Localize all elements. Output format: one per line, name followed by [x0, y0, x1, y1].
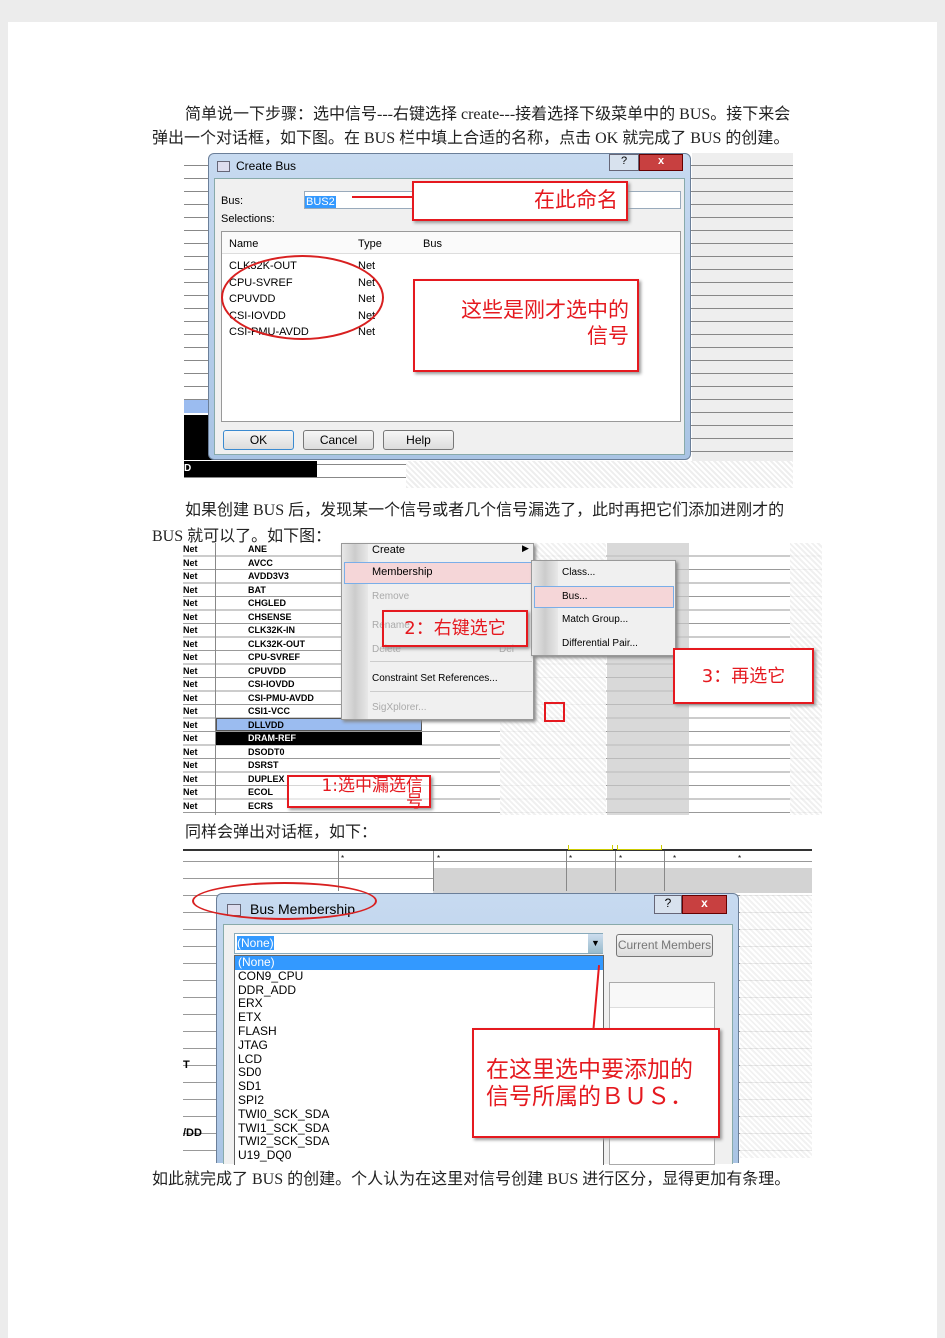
net-type-cell: Net — [183, 692, 198, 703]
cancel-button[interactable]: Cancel — [303, 430, 374, 450]
submenu: Class... Bus... Match Group... Different… — [531, 560, 676, 656]
callout-line: 号 — [406, 792, 423, 812]
dialog-title: Create Bus — [236, 159, 297, 173]
net-type-cell: Net — [183, 800, 198, 811]
net-name-cell[interactable]: CSI-PMU-AVDD — [248, 692, 314, 706]
net-type-cell: Net — [183, 571, 198, 581]
menu-item-remove[interactable]: Remove — [372, 591, 409, 602]
bus-option[interactable]: U19_DQ0 — [235, 1148, 603, 1163]
net-type-cell: Net — [183, 719, 198, 730]
bus-label: Bus: — [221, 195, 244, 207]
paragraph: 如果创建 BUS 后，发现某一个信号或者几个信号漏选了，此时再把它们添加进刚才的 — [185, 502, 785, 519]
selected-value: (None) — [237, 936, 274, 950]
column-header[interactable]: Bus — [423, 238, 442, 250]
net-type-cell: Net — [183, 760, 198, 770]
callout-select-bus: 在这里选中要添加的 信号所属的ＢＵＳ． — [472, 1028, 720, 1138]
net-type-cell: Net — [183, 611, 198, 622]
help-button[interactable]: ? — [654, 895, 682, 914]
ok-button[interactable]: OK — [223, 430, 294, 450]
bus-option[interactable]: CON9_CPU — [235, 969, 603, 984]
net-name-cell[interactable]: DSODT0 — [248, 746, 285, 760]
net-name-cell[interactable]: CHSENSE — [248, 611, 292, 625]
net-type-cell: Net — [183, 733, 198, 743]
submenu-item-match-group[interactable]: Match Group... — [562, 614, 628, 625]
net-name-cell[interactable]: CSI-IOVDD — [248, 678, 295, 692]
net-type-cell: Net — [183, 787, 198, 797]
net-type-cell: Net — [183, 652, 198, 662]
net-type-cell: Net — [183, 638, 198, 649]
window-icon — [217, 161, 230, 172]
callout-line: 1:选中漏选信 — [321, 776, 423, 796]
menu-item-constraint-set[interactable]: Constraint Set References... — [372, 673, 498, 684]
net-type-cell: Net — [183, 665, 198, 676]
close-button[interactable]: x — [639, 154, 683, 171]
highlight-ellipse — [221, 255, 384, 340]
callout-step1: 1:选中漏选信 号 — [287, 775, 431, 812]
net-name-cell[interactable]: ANE — [248, 543, 267, 557]
callout-step2: 2：右键选它 — [382, 610, 528, 647]
net-name-cell[interactable]: ECRS — [248, 800, 273, 814]
submenu-item-bus[interactable]: Bus... — [562, 591, 588, 602]
callout-line: 信号所属的ＢＵＳ． — [486, 1084, 693, 1110]
callout-line: 信号 — [587, 324, 629, 348]
menu-item-sigxplorer[interactable]: SigXplorer... — [372, 702, 426, 713]
net-name-cell[interactable]: CLK32K-IN — [248, 624, 295, 638]
menu-item-create[interactable]: Create — [372, 544, 405, 556]
callout-name: 在此命名 — [412, 181, 628, 221]
bus-option[interactable]: (None) — [235, 955, 603, 970]
net-type-cell: Net — [183, 544, 198, 554]
submenu-item-differential-pair[interactable]: Differential Pair... — [562, 638, 638, 649]
paragraph: 弹出一个对话框，如下图。在 BUS 栏中填上合适的名称，点击 OK 就完成了 B… — [152, 130, 790, 147]
net-name-cell[interactable]: DRAM-REF — [248, 732, 296, 746]
bus-option[interactable]: ERX — [235, 997, 603, 1011]
net-type-cell: Net — [183, 584, 198, 595]
net-name-cell[interactable]: AVCC — [248, 557, 273, 571]
net-name-cell[interactable]: CLK32K-OUT — [248, 638, 305, 652]
bus-select[interactable]: (None) ▼ — [234, 933, 603, 954]
net-type-cell: Net — [183, 773, 198, 784]
paragraph: 同样会弹出对话框，如下： — [185, 824, 378, 841]
net-name-cell[interactable]: CSI1-VCC — [248, 705, 290, 719]
current-members-button[interactable]: Current Members — [616, 934, 713, 957]
selections-label: Selections: — [221, 213, 275, 225]
bg-cell: /DD — [183, 1127, 202, 1139]
net-name-cell[interactable]: DSRST — [248, 759, 279, 773]
arrow-icon — [352, 196, 412, 198]
net-name-cell[interactable]: AVDD3V3 — [248, 570, 289, 584]
net-type-cell: Net — [183, 625, 198, 635]
callout-step3: 3：再选它 — [673, 648, 814, 704]
net-type-cell: Net — [183, 598, 198, 608]
net-name-cell[interactable]: DLLVDD — [248, 719, 284, 733]
net-name-cell[interactable]: CPU-SVREF — [248, 651, 300, 665]
help-button[interactable]: ? — [609, 154, 639, 171]
bus-option[interactable]: DDR_ADD — [235, 983, 603, 998]
net-name-cell[interactable]: CHGLED — [248, 597, 286, 611]
bg-cell: T — [183, 1059, 190, 1071]
net-name-cell[interactable]: ECOL — [248, 786, 273, 800]
highlight-box — [544, 702, 565, 722]
net-name-cell[interactable]: BAT — [248, 584, 266, 598]
bus-option[interactable]: ETX — [235, 1010, 603, 1025]
net-name-cell[interactable]: CPUVDD — [248, 665, 286, 679]
column-header[interactable]: Name — [229, 238, 258, 250]
chevron-down-icon[interactable]: ▼ — [588, 934, 603, 953]
callout-signals: 这些是刚才选中的 信号 — [413, 279, 639, 372]
callout-line: 在这里选中要添加的 — [486, 1057, 693, 1083]
paragraph: 如此就完成了 BUS 的创建。个人认为在这里对信号创建 BUS 进行区分，显得更… — [152, 1171, 791, 1188]
highlight-ellipse — [192, 882, 377, 920]
net-type-cell: Net — [183, 746, 198, 757]
submenu-item-class[interactable]: Class... — [562, 567, 595, 578]
callout-line: 这些是刚才选中的 — [461, 298, 629, 322]
net-type-cell: Net — [183, 557, 198, 568]
net-type-cell: Net — [183, 679, 198, 689]
net-name-cell[interactable]: DUPLEX — [248, 773, 285, 787]
close-button[interactable]: x — [682, 895, 727, 914]
menu-item-membership-label: Membership — [372, 566, 433, 578]
help-text-button[interactable]: Help — [383, 430, 454, 450]
paragraph: 简单说一下步骤：选中信号---右键选择 create---接着选择下级菜单中的 … — [185, 106, 791, 123]
net-type-cell: Net — [183, 706, 198, 716]
column-header[interactable]: Type — [358, 238, 382, 250]
